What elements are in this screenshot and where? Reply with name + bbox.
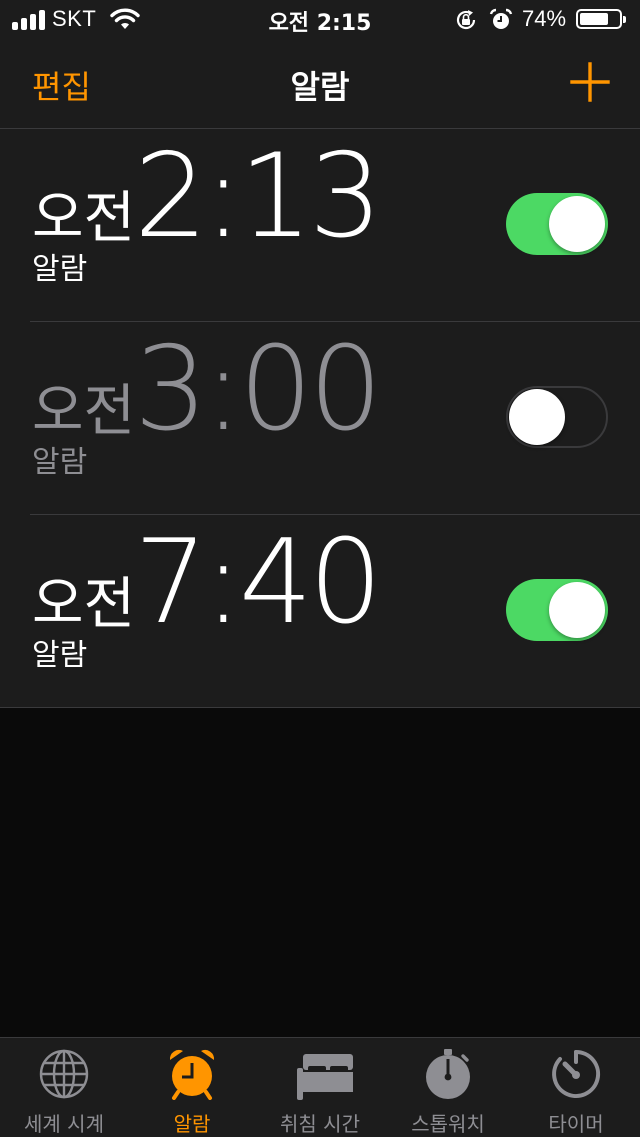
tab-bar: 세계 시계 알람 취침 시간 스톱워치 타이머 [0,1037,640,1137]
alarm-clock-icon [169,1050,215,1100]
tab-stopwatch[interactable]: 스톱워치 [384,1038,512,1137]
alarm-label: 알람 [32,445,88,480]
alarm-icon [489,8,513,29]
battery-icon [576,9,626,29]
alarm-toggle[interactable] [506,193,608,255]
timer-icon [552,1049,601,1098]
alarm-row[interactable]: 오전 2:13 알람 [0,129,640,321]
alarm-label: 알람 [32,252,88,287]
tab-label: 세계 시계 [24,1112,104,1136]
tab-world-clock[interactable]: 세계 시계 [0,1038,128,1137]
alarm-row[interactable]: 오전 7:40 알람 [0,514,640,707]
rotation-lock-icon [456,10,476,30]
stopwatch-icon [426,1049,470,1099]
alarm-time: 3:00 [134,322,382,457]
page-title: 알람 [290,68,350,106]
tab-label: 취침 시간 [280,1112,360,1136]
alarm-ampm: 오전 [32,379,136,444]
globe-icon [39,1049,89,1099]
tab-label: 알람 [173,1112,211,1136]
alarm-list: 오전 2:13 알람 오전 3:00 알람 오전 7:40 알람 [0,129,640,708]
toggle-knob [549,196,605,252]
alarm-ampm: 오전 [32,572,136,637]
alarm-label: 알람 [32,638,88,673]
tab-alarm[interactable]: 알람 [128,1038,256,1137]
tab-bedtime[interactable]: 취침 시간 [256,1038,384,1137]
navigation-bar: 편집 알람 [0,40,640,129]
tab-timer[interactable]: 타이머 [512,1038,640,1137]
alarm-time: 2:13 [134,129,382,264]
tab-label: 타이머 [548,1112,604,1136]
battery-percentage: 74% [522,6,567,31]
alarm-toggle[interactable] [506,579,608,641]
plus-icon[interactable] [568,60,612,104]
toggle-knob [549,582,605,638]
alarm-row[interactable]: 오전 3:00 알람 [0,321,640,514]
battery-fill [580,13,608,25]
alarm-ampm: 오전 [32,186,136,251]
alarm-toggle[interactable] [506,386,608,448]
status-bar: SKT 오전 2:15 74% [0,0,640,40]
tab-label: 스톱워치 [411,1112,485,1136]
alarm-time: 7:40 [134,515,382,650]
bed-icon [297,1054,353,1100]
toggle-knob [509,389,565,445]
